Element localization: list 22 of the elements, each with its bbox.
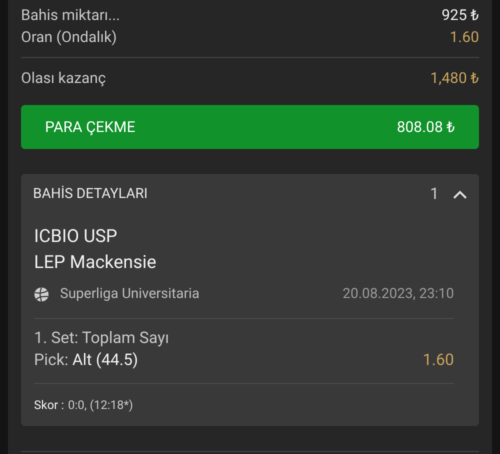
summary-value: 925 ₺ [442,4,479,26]
score-value: 0:0, (12:18*) [68,397,134,414]
score-label: Skor : [34,397,64,414]
pick-value: Alt (44.5) [72,349,138,371]
volleyball-icon [34,286,49,302]
team-name: LEP Mackensie [34,251,156,275]
event-date: 20.08.2023, 23:10 [342,284,454,304]
summary-value: 1.60 [450,26,479,48]
market-name: 1. Set: Toplam Sayı [34,327,170,349]
details-header[interactable]: BAHİS DETAYLARI 1 [33,174,467,214]
league-name: Superliga Universitaria [60,284,200,304]
team-name: ICBIO USP [34,225,118,249]
pick-odds: 1.60 [422,349,454,371]
summary-label: Oran (Ondalık) [21,26,117,48]
details-title: BAHİS DETAYLARI [33,184,149,204]
summary-label: Bahis miktarı... [21,4,120,26]
potential-value: 1,480 ₺ [430,68,479,89]
cashout-button[interactable]: PARA ÇEKME 808.08 ₺ [21,105,479,149]
details-count: 1 [430,183,439,205]
pick-label: Pick: [34,349,68,371]
chevron-up-icon[interactable] [453,190,467,198]
potential-label: Olası kazanç [21,68,106,89]
